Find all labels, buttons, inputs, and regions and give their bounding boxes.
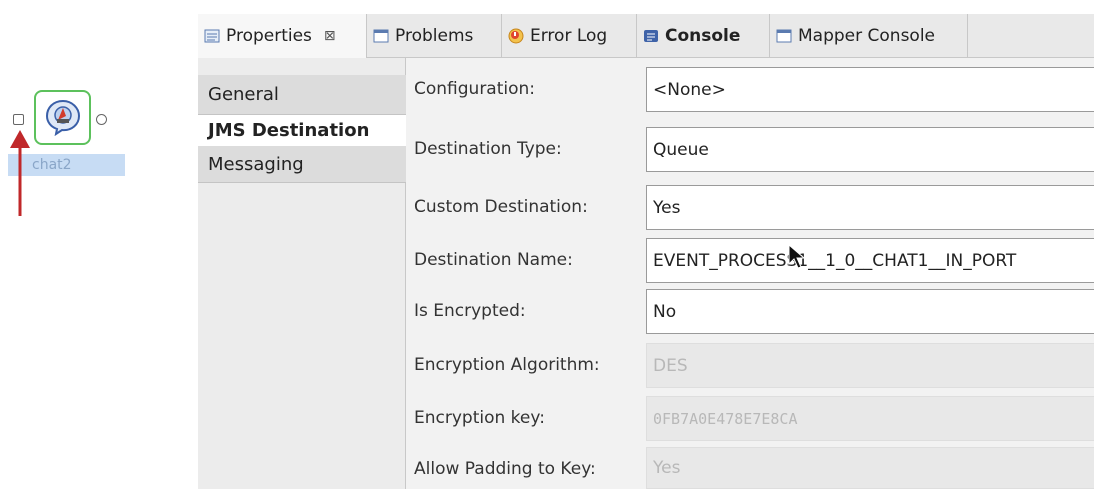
form-row-encryption-algorithm: Encryption Algorithm: DES: [406, 343, 1094, 388]
sidebar-item-general[interactable]: General: [198, 75, 406, 115]
properties-icon: [204, 28, 220, 44]
node-output-port[interactable]: [96, 114, 107, 125]
form-row-is-encrypted: Is Encrypted: No: [406, 289, 1094, 334]
chat-node[interactable]: [34, 90, 91, 145]
is-encrypted-field[interactable]: No: [646, 289, 1094, 334]
sidebar-item-label: Messaging: [208, 153, 304, 175]
destination-type-field[interactable]: Queue: [646, 127, 1094, 172]
annotation-arrow-icon: [10, 130, 30, 216]
destination-name-label: Destination Name:: [414, 250, 573, 270]
sidebar-item-label: General: [208, 84, 279, 105]
console-icon: [643, 28, 659, 44]
node-input-port[interactable]: [13, 114, 24, 125]
sidebar-item-jms-destination[interactable]: JMS Destination: [198, 115, 406, 146]
is-encrypted-label: Is Encrypted:: [414, 301, 526, 321]
encryption-algorithm-label: Encryption Algorithm:: [414, 355, 600, 375]
custom-destination-field[interactable]: Yes: [646, 185, 1094, 230]
form-row-destination-name: Destination Name: EVENT_PROCESS1__1_0__C…: [406, 238, 1094, 283]
configuration-label: Configuration:: [414, 79, 536, 99]
properties-section-list: General JMS Destination Messaging: [198, 58, 406, 489]
encryption-algorithm-field: DES: [646, 343, 1094, 388]
form-row-destination-type: Destination Type: Queue: [406, 127, 1094, 172]
properties-view: Properties ⊠ Problems Error Log Console: [198, 14, 1094, 489]
tab-properties-label: Properties: [226, 26, 312, 46]
destination-name-field[interactable]: EVENT_PROCESS1__1_0__CHAT1__IN_PORT: [646, 238, 1094, 283]
tab-console-label: Console: [665, 26, 741, 46]
form-row-configuration: Configuration: <None>: [406, 67, 1094, 112]
encryption-key-field: 0FB7A0E478E7E8CA: [646, 396, 1094, 441]
form-row-allow-padding: Allow Padding to Key: Yes: [406, 447, 1094, 489]
custom-destination-label: Custom Destination:: [414, 197, 588, 217]
tab-mapper-console-label: Mapper Console: [798, 26, 936, 46]
tab-problems-label: Problems: [395, 26, 474, 46]
mapper-console-icon: [776, 28, 792, 44]
jms-destination-form: Configuration: <None> Destination Type: …: [406, 58, 1094, 489]
tab-error-log-label: Error Log: [530, 26, 608, 46]
allow-padding-field: Yes: [646, 447, 1094, 489]
configuration-field[interactable]: <None>: [646, 67, 1094, 112]
problems-icon: [373, 28, 389, 44]
tab-problems[interactable]: Problems: [367, 14, 502, 58]
allow-padding-label: Allow Padding to Key:: [414, 459, 596, 479]
mouse-pointer-icon: [788, 244, 806, 269]
form-row-encryption-key: Encryption key: 0FB7A0E478E7E8CA: [406, 396, 1094, 441]
form-row-custom-destination: Custom Destination: Yes: [406, 185, 1094, 230]
destination-type-label: Destination Type:: [414, 139, 562, 159]
tab-mapper-console[interactable]: Mapper Console: [770, 14, 968, 58]
error-log-icon: [508, 28, 524, 44]
tab-error-log[interactable]: Error Log: [502, 14, 637, 58]
sidebar-item-label: JMS Destination: [208, 120, 370, 141]
view-tab-bar: Properties ⊠ Problems Error Log Console: [198, 14, 1094, 58]
diagram-canvas: chat2: [0, 0, 190, 489]
sidebar-item-messaging[interactable]: Messaging: [198, 146, 406, 183]
tab-properties[interactable]: Properties ⊠: [198, 14, 367, 58]
chat-node-icon: [45, 99, 81, 136]
close-icon[interactable]: ⊠: [324, 28, 336, 44]
tab-console[interactable]: Console: [637, 14, 770, 58]
encryption-key-label: Encryption key:: [414, 408, 545, 428]
